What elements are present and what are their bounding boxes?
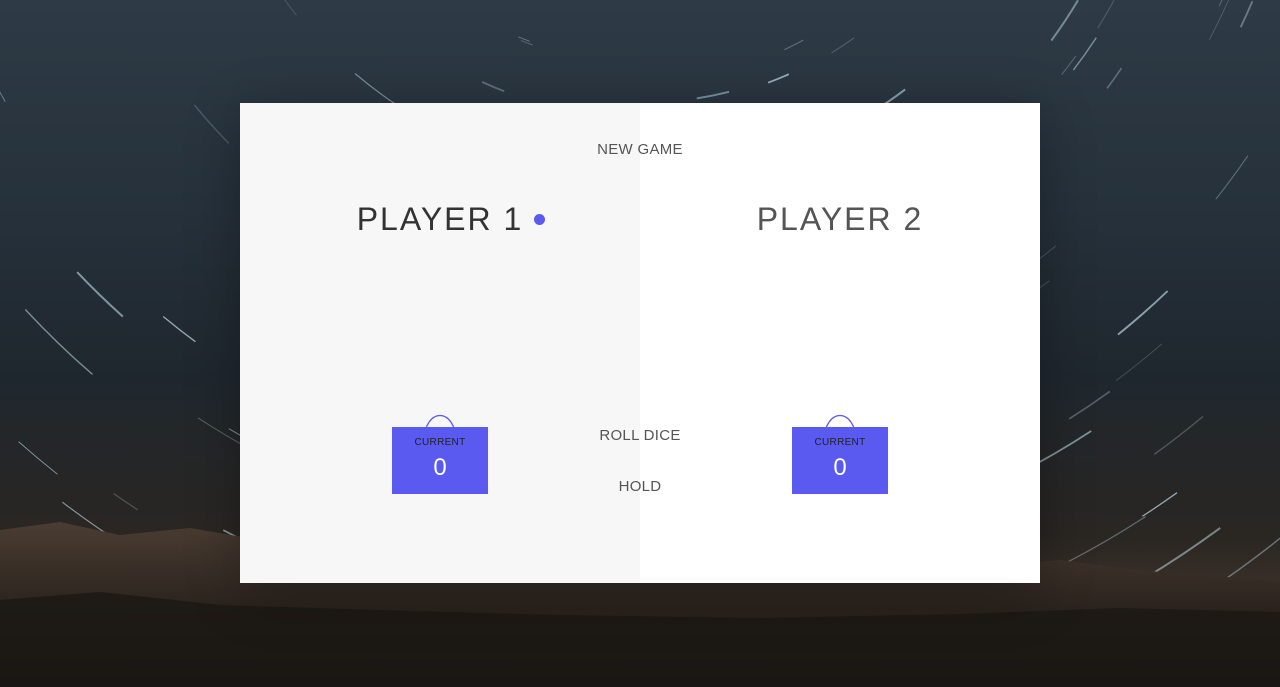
star-trail [1117,290,1169,336]
star-trail [1153,415,1204,455]
star-trail [1239,0,1254,28]
star-trail [24,309,93,375]
star-trail [18,441,58,475]
star-trail [1222,537,1280,582]
hold-button[interactable]: HOLD [240,476,1040,497]
game-board: PLAYER 1 0 CURRENT 0 PLAYER 2 0 CURRENT … [240,103,1040,583]
star-trail [784,39,804,51]
star-trail [1142,492,1178,517]
player-1-panel: PLAYER 1 0 CURRENT 0 [240,103,640,583]
hold-label: HOLD [618,478,662,495]
star-trail [1097,0,1115,29]
new-game-label: NEW GAME [597,141,683,158]
star-trail [0,91,6,103]
roll-dice-label: ROLL DICE [599,427,681,444]
star-trail [1209,0,1230,40]
star-trail [1106,67,1123,89]
star-trail [1115,343,1163,381]
star-trail [831,37,855,54]
new-game-button[interactable]: NEW GAME [240,139,1040,160]
star-trail [162,315,196,343]
star-trail [1050,0,1079,42]
star-trail [520,40,533,46]
star-trail [518,36,530,42]
star-trail [481,81,505,93]
player-2-name: PLAYER 2 [756,201,924,237]
player-1-name: PLAYER 1 [356,201,524,237]
active-player-indicator-icon [534,214,545,225]
star-trail [1072,37,1097,71]
star-trail [193,104,230,144]
star-trail [1063,515,1147,565]
player-2-panel: PLAYER 2 0 CURRENT 0 [640,103,1040,583]
star-trail [696,90,730,100]
star-trail [76,271,124,318]
roll-dice-button[interactable]: ROLL DICE [240,425,1040,446]
star-trail [284,0,297,16]
star-trail [1068,390,1111,420]
star-trail [113,493,138,511]
star-trail [1061,55,1077,75]
star-trail [1215,155,1249,200]
star-trail [354,73,397,105]
star-trail [767,73,790,84]
